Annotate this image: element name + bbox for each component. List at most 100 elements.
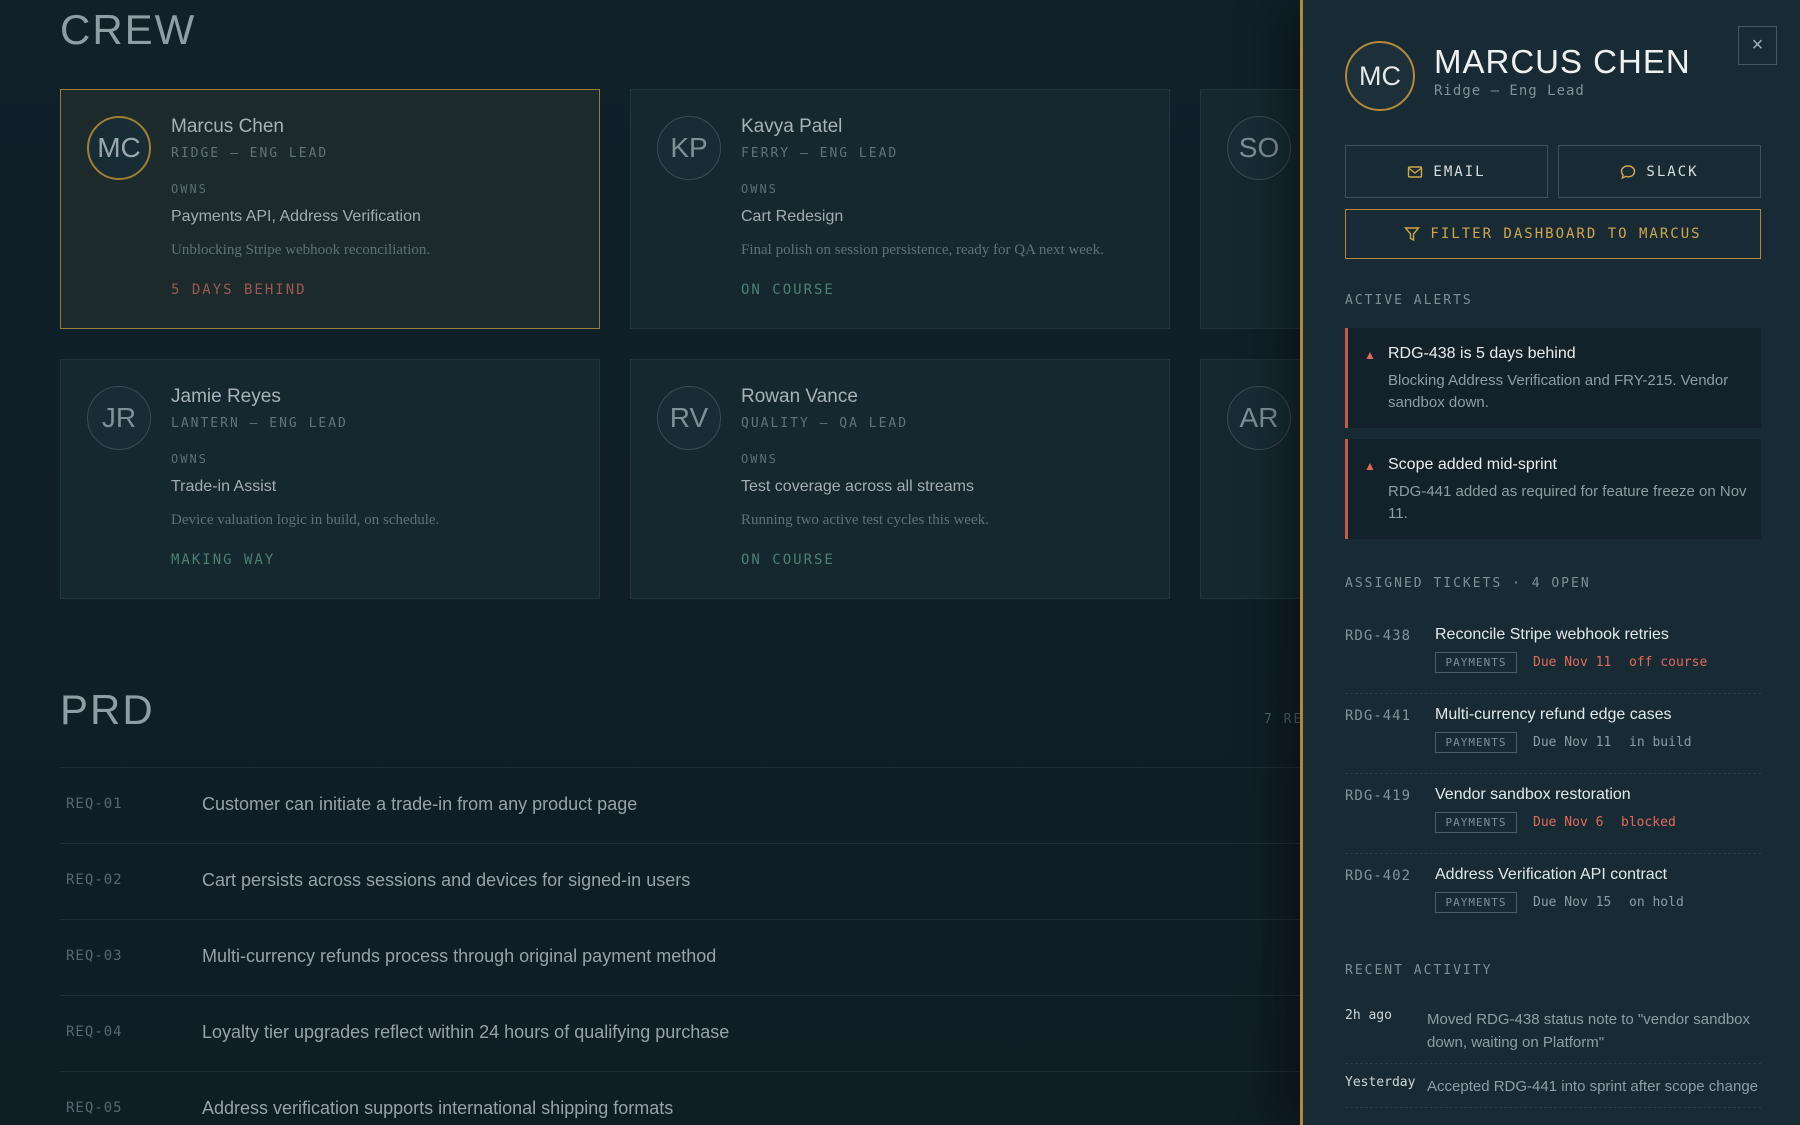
warning-icon: ▲ bbox=[1364, 459, 1376, 473]
close-icon: × bbox=[1751, 34, 1764, 56]
ticket-state: on hold bbox=[1629, 895, 1684, 910]
req-text: Multi-currency refunds process through o… bbox=[202, 946, 717, 966]
activity-time: Yesterday bbox=[1345, 1075, 1416, 1090]
req-text: Loyalty tier upgrades reflect within 24 … bbox=[202, 1022, 730, 1042]
ticket-id: RDG-438 bbox=[1345, 628, 1412, 644]
slack-button-label: SLACK bbox=[1646, 163, 1699, 180]
req-text: Address verification supports internatio… bbox=[202, 1098, 674, 1118]
alert-title: Scope added mid-sprint bbox=[1388, 456, 1557, 473]
owns-value: Payments API, Address Verification bbox=[171, 208, 421, 225]
activity-text: Moved RDG-438 status note to "vendor san… bbox=[1427, 1011, 1751, 1051]
req-id: REQ-01 bbox=[66, 796, 123, 812]
crew-role: FERRY — ENG LEAD bbox=[741, 146, 899, 161]
ticket-title: Reconcile Stripe webhook retries bbox=[1435, 626, 1669, 643]
avatar: JR bbox=[87, 386, 151, 450]
avatar: AR bbox=[1227, 386, 1291, 450]
ticket-state: off course bbox=[1629, 655, 1708, 670]
avatar: MC bbox=[87, 116, 151, 180]
slack-button[interactable]: SLACK bbox=[1558, 145, 1761, 198]
avatar: RV bbox=[657, 386, 721, 450]
table-row[interactable]: REQ-03 Multi-currency refunds process th… bbox=[60, 919, 1300, 995]
owns-label: OWNS bbox=[741, 182, 778, 196]
filter-icon bbox=[1404, 227, 1421, 242]
owns-label: OWNS bbox=[171, 452, 208, 466]
filter-dashboard-button[interactable]: FILTER DASHBOARD TO MARCUS bbox=[1345, 209, 1761, 259]
email-button[interactable]: EMAIL bbox=[1345, 145, 1548, 198]
mail-icon bbox=[1408, 165, 1423, 178]
avatar: MC bbox=[1345, 41, 1415, 111]
crew-card-kavya[interactable]: KP Kavya Patel FERRY — ENG LEAD OWNS Car… bbox=[630, 89, 1170, 329]
crew-section-title: CREW bbox=[60, 6, 197, 53]
ticket-state: in build bbox=[1629, 735, 1692, 750]
alert-body: Blocking Address Verification and FRY-21… bbox=[1388, 372, 1729, 411]
owns-label: OWNS bbox=[741, 452, 778, 466]
req-text: Cart persists across sessions and device… bbox=[202, 870, 691, 890]
owns-value: Test coverage across all streams bbox=[741, 478, 974, 495]
avatar: KP bbox=[657, 116, 721, 180]
crew-card-rowan[interactable]: RV Rowan Vance QUALITY — QA LEAD OWNS Te… bbox=[630, 359, 1170, 599]
close-button[interactable]: × bbox=[1738, 26, 1777, 65]
crew-role: LANTERN — ENG LEAD bbox=[171, 416, 348, 431]
ticket-row[interactable]: RDG-419 Vendor sandbox restoration PAYME… bbox=[1345, 774, 1761, 854]
prd-section-title: PRD bbox=[60, 686, 155, 733]
req-id: REQ-04 bbox=[66, 1024, 123, 1040]
ticket-title: Vendor sandbox restoration bbox=[1435, 786, 1631, 803]
ticket-id: RDG-402 bbox=[1345, 868, 1412, 884]
ticket-due: Due Nov 6 bbox=[1533, 815, 1604, 830]
warning-icon: ▲ bbox=[1364, 348, 1376, 362]
avatar: SO bbox=[1227, 116, 1291, 180]
prd-count: 7 RE bbox=[1264, 712, 1304, 727]
crew-role: RIDGE — ENG LEAD bbox=[171, 146, 329, 161]
req-id: REQ-02 bbox=[66, 872, 123, 888]
crew-role: QUALITY — QA LEAD bbox=[741, 416, 909, 431]
email-button-label: EMAIL bbox=[1433, 163, 1486, 180]
ticket-due: Due Nov 15 bbox=[1533, 895, 1612, 910]
crew-note: Unblocking Stripe webhook reconciliation… bbox=[171, 242, 431, 258]
ticket-title: Address Verification API contract bbox=[1435, 866, 1668, 883]
crew-note: Running two active test cycles this week… bbox=[741, 512, 989, 528]
ticket-tag: PAYMENTS bbox=[1435, 892, 1517, 913]
crew-note: Final polish on session persistence, rea… bbox=[741, 242, 1104, 258]
crew-name: Rowan Vance bbox=[741, 386, 858, 407]
crew-card-marcus[interactable]: MC Marcus Chen RIDGE — ENG LEAD OWNS Pay… bbox=[60, 89, 600, 329]
ticket-tag: PAYMENTS bbox=[1435, 812, 1517, 833]
status-badge: MAKING WAY bbox=[171, 552, 276, 568]
activity-section-title: RECENT ACTIVITY bbox=[1345, 963, 1493, 978]
status-badge: ON COURSE bbox=[741, 552, 835, 568]
activity-item: Yesterday Accepted RDG-441 into sprint a… bbox=[1345, 1075, 1761, 1108]
ticket-row[interactable]: RDG-402 Address Verification API contrac… bbox=[1345, 854, 1761, 934]
ticket-due: Due Nov 11 bbox=[1533, 735, 1612, 750]
ticket-row[interactable]: RDG-438 Reconcile Stripe webhook retries… bbox=[1345, 614, 1761, 694]
crew-card-jamie[interactable]: JR Jamie Reyes LANTERN — ENG LEAD OWNS T… bbox=[60, 359, 600, 599]
ticket-state: blocked bbox=[1621, 815, 1676, 830]
table-row[interactable]: REQ-02 Cart persists across sessions and… bbox=[60, 843, 1300, 919]
alerts-section-title: ACTIVE ALERTS bbox=[1345, 293, 1473, 308]
ticket-tag: PAYMENTS bbox=[1435, 732, 1517, 753]
filter-button-label: FILTER DASHBOARD TO MARCUS bbox=[1430, 226, 1702, 242]
activity-item: 2h ago Moved RDG-438 status note to "ven… bbox=[1345, 1008, 1761, 1064]
ticket-tag: PAYMENTS bbox=[1435, 652, 1517, 673]
crew-name: Jamie Reyes bbox=[171, 386, 281, 407]
activity-text: Accepted RDG-441 into sprint after scope… bbox=[1427, 1078, 1759, 1095]
status-badge: 5 DAYS BEHIND bbox=[171, 282, 307, 298]
ticket-row[interactable]: RDG-441 Multi-currency refund edge cases… bbox=[1345, 694, 1761, 774]
crew-name: Marcus Chen bbox=[171, 116, 284, 137]
alert-item[interactable]: ▲ RDG-438 is 5 days behind Blocking Addr… bbox=[1345, 328, 1761, 428]
chat-bubble-icon bbox=[1621, 164, 1636, 179]
table-row[interactable]: REQ-01 Customer can initiate a trade-in … bbox=[60, 767, 1300, 843]
req-id: REQ-05 bbox=[66, 1100, 123, 1116]
ticket-due: Due Nov 11 bbox=[1533, 655, 1612, 670]
owns-label: OWNS bbox=[171, 182, 208, 196]
alert-item[interactable]: ▲ Scope added mid-sprint RDG-441 added a… bbox=[1345, 439, 1761, 539]
crew-note: Device valuation logic in build, on sche… bbox=[171, 512, 440, 528]
ticket-id: RDG-441 bbox=[1345, 708, 1412, 724]
tickets-section-title: ASSIGNED TICKETS · 4 OPEN bbox=[1345, 576, 1591, 591]
alert-body: RDG-441 added as required for feature fr… bbox=[1388, 483, 1747, 522]
table-row[interactable]: REQ-05 Address verification supports int… bbox=[60, 1071, 1300, 1125]
crew-detail-drawer: × MC MARCUS CHEN Ridge — Eng Lead EMAIL … bbox=[1300, 0, 1800, 1125]
ticket-id: RDG-419 bbox=[1345, 788, 1412, 804]
activity-time: 2h ago bbox=[1345, 1008, 1392, 1023]
drawer-role: Ridge — Eng Lead bbox=[1434, 83, 1585, 99]
table-row[interactable]: REQ-04 Loyalty tier upgrades reflect wit… bbox=[60, 995, 1300, 1071]
req-id: REQ-03 bbox=[66, 948, 123, 964]
